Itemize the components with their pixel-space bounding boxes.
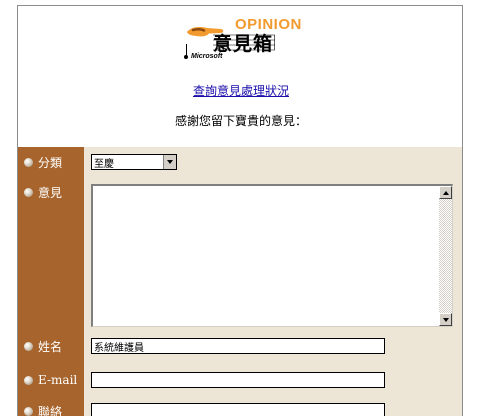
opinion-textarea[interactable] (91, 184, 453, 327)
email-label: E-mail (38, 373, 78, 387)
arrow-down-icon (442, 317, 449, 322)
bullet-icon (24, 187, 33, 197)
opinion-box-logo: OPINION 意見箱 Microsoft (181, 16, 301, 68)
bullet-icon (24, 157, 33, 167)
logo-company: Microsoft (191, 53, 223, 60)
logo-title: 意見箱 (213, 33, 274, 55)
opinion-label: 意見 (38, 185, 63, 200)
category-select[interactable]: 至慶 (91, 154, 177, 170)
category-label-row: 分類 (24, 154, 62, 170)
name-label: 姓名 (38, 339, 63, 354)
name-label-row: 姓名 (24, 338, 62, 354)
opinion-scrollbar[interactable] (439, 186, 452, 326)
bullet-icon (24, 341, 33, 351)
email-label-row: E-mail (24, 372, 77, 388)
chevron-down-icon (167, 160, 173, 164)
name-input[interactable]: 系統維護員 (91, 338, 385, 354)
thanks-text: 感謝您留下寶貴的意見： (174, 114, 307, 128)
dropdown-arrow-button[interactable] (163, 155, 176, 169)
query-status-link[interactable]: 查詢意見處理狀況 (18, 82, 462, 99)
phone-label: 聯絡 (38, 404, 63, 416)
bullet-icon (24, 375, 33, 385)
page-frame: OPINION 意見箱 Microsoft 查詢意見處理狀況 感謝您留下寶貴的意… (17, 5, 463, 416)
email-input[interactable] (91, 372, 385, 388)
phone-label-row: 聯絡 (24, 403, 62, 416)
opinion-label-row: 意見 (24, 184, 62, 200)
phone-input[interactable] (91, 403, 385, 416)
category-selected-value: 至慶 (94, 158, 114, 170)
logo-dot-icon (184, 55, 188, 59)
category-label: 分類 (38, 155, 63, 170)
scroll-down-button[interactable] (439, 313, 452, 326)
feedback-form: 分類 至慶 意見 姓名 系統維護員 E-mail 聯絡 (18, 147, 462, 416)
bullet-icon (24, 406, 33, 416)
arrow-up-icon (442, 190, 449, 195)
scroll-up-button[interactable] (439, 186, 452, 199)
